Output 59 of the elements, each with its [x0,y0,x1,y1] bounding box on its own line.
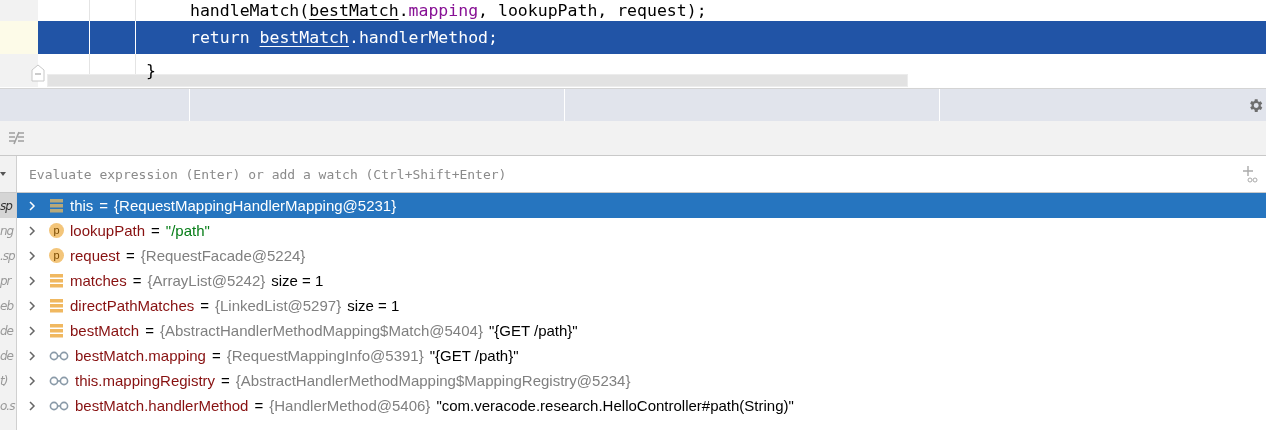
variable-value: {LinkedList@5297} [215,297,342,314]
equals-sign: = [132,272,142,289]
glasses-icon [49,375,69,386]
layout-toggle-icon[interactable] [8,131,25,145]
frame-label[interactable]: de [0,348,13,363]
value-summary: "{GET /path}" [488,322,578,339]
equals-sign: = [145,322,154,339]
list-bars-icon [49,323,64,338]
variable-value: {RequestFacade@5224} [140,247,306,264]
glasses-icon [49,350,69,361]
evaluate-expression-field[interactable]: Evaluate expression (Enter) or add a watch (Ctrl+Shift+Enter) [17,156,1266,192]
gutter-cell [38,21,90,54]
frame-label[interactable]: pr [0,273,11,288]
caret-icon[interactable] [0,171,6,177]
variable-value: {AbstractHandlerMethodMapping$MappingRegistry@5234} [235,372,631,389]
frame-label[interactable]: eb [0,298,13,313]
variable-name: matches [70,272,127,289]
variable-value: {ArrayList@5242} [147,272,266,289]
equals-sign: = [200,297,209,314]
settings-icon[interactable] [1247,96,1264,114]
value-summary: "{GET /path}" [429,347,519,364]
equals-sign: = [126,247,135,264]
variable-name: bestMatch.mapping [75,347,206,364]
variable-value: {HandlerMethod@5406} [269,397,431,414]
parameter-badge: p [49,223,64,238]
frame-label[interactable]: .sp [0,248,15,263]
list-bars-icon [49,273,64,288]
list-bars-icon [49,298,64,313]
value-summary: size = 1 [347,297,400,314]
frame-label[interactable]: o.s [0,398,15,413]
code-line: } [146,61,156,80]
value-summary: "com.veracode.research.HelloController#path(String)" [436,397,794,414]
parameter-badge: p [49,248,64,263]
equals-sign: = [254,397,264,414]
variable-value: {RequestMappingInfo@5391} [226,347,424,364]
equals-sign: = [99,197,109,214]
equals-sign: = [211,347,221,364]
variable-name: bestMatch [70,322,140,339]
equals-sign: = [151,222,160,239]
variable-value: "/path" [165,222,210,239]
frame-label[interactable]: t) [0,373,8,388]
variable-name: directPathMatches [70,297,195,314]
list-bars-icon [49,198,64,213]
variable-name: lookupPath [70,222,146,239]
variable-name: this [70,197,94,214]
equals-sign: = [221,372,230,389]
variable-value: {RequestMappingHandlerMapping@5231} [114,197,397,214]
value-summary: size = 1 [271,272,324,289]
code-line: return bestMatch.handlerMethod; [190,28,498,47]
frame-label[interactable]: de [0,323,13,338]
variable-name: request [70,247,121,264]
glasses-icon [49,400,69,411]
variable-name: bestMatch.handlerMethod [75,397,249,414]
frame-label[interactable]: ng [0,223,14,238]
selected-variable-row[interactable]: this = {RequestMappingHandlerMapping@5231} [17,193,1266,218]
variable-name: this.mappingRegistry [75,372,216,389]
expression-input[interactable]: Evaluate expression (Enter) or add a watch (Ctrl+Shift+Enter) [27,165,1242,183]
variable-value: {AbstractHandlerMethodMapping$Match@5404} [159,322,483,339]
code-line: handleMatch(bestMatch.mapping, lookupPath, request); [190,1,707,20]
